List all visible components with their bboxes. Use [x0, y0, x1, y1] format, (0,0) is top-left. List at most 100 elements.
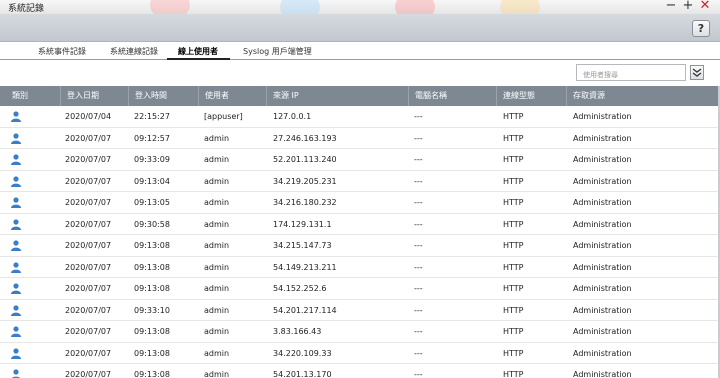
- user-icon: [11, 369, 21, 378]
- user-cell: admin: [204, 284, 230, 293]
- column-header-computer-name[interactable]: 電腦名稱: [408, 86, 496, 106]
- connection-type-cell: HTTP: [503, 262, 524, 272]
- table-row[interactable]: 2020/07/07 09:13:08 admin 54.149.213.211 ---…: [0, 257, 720, 278]
- maximize-icon[interactable]: +: [681, 0, 695, 14]
- computer-name-cell: ---: [414, 262, 423, 272]
- minimize-icon[interactable]: −: [664, 0, 678, 14]
- connection-type-cell: HTTP: [503, 112, 524, 121]
- table-row[interactable]: 2020/07/07 09:33:10 admin 54.201.217.114 ---…: [0, 300, 720, 321]
- tab-syslog-client[interactable]: Syslog 用戶端管理: [243, 46, 312, 57]
- user-cell: [appuser]: [204, 112, 243, 121]
- user-search-input[interactable]: [576, 64, 686, 81]
- login-date-cell: 2020/07/07: [65, 155, 112, 164]
- column-header-user[interactable]: 使用者: [198, 86, 266, 106]
- accessed-resource-cell: Administration: [573, 198, 632, 207]
- login-time-cell: 09:13:08: [134, 370, 170, 378]
- login-time-cell: 09:13:05: [134, 198, 170, 207]
- login-time-cell: 09:13:04: [134, 176, 170, 186]
- computer-name-cell: ---: [414, 305, 423, 315]
- tab-online-users[interactable]: 線上使用者: [178, 46, 218, 57]
- login-time-cell: 09:30:58: [134, 219, 170, 229]
- login-time-cell: 09:12:57: [134, 133, 170, 143]
- tab-bar: 系統事件記錄 系統連線記錄 線上使用者 Syslog 用戶端管理: [0, 42, 720, 60]
- computer-name-cell: ---: [414, 370, 423, 378]
- source-ip-cell: 34.215.147.73: [273, 241, 332, 250]
- login-date-cell: 2020/07/07: [65, 262, 112, 272]
- column-header-category[interactable]: 類別: [0, 86, 60, 106]
- login-date-cell: 2020/07/07: [65, 219, 112, 229]
- user-cell: admin: [204, 348, 230, 358]
- user-cell: admin: [204, 133, 230, 143]
- source-ip-cell: 34.220.109.33: [273, 348, 332, 358]
- login-time-cell: 09:13:08: [134, 327, 170, 336]
- user-icon: [11, 283, 21, 294]
- user-icon: [11, 347, 21, 359]
- source-ip-cell: 54.149.213.211: [273, 262, 337, 272]
- login-date-cell: 2020/07/07: [65, 348, 112, 358]
- connection-type-cell: HTTP: [503, 348, 524, 358]
- table-header: 類別 登入日期 登入時間 使用者 來源 IP 電腦名稱 連線型態 存取資源: [0, 86, 720, 106]
- accessed-resource-cell: Administration: [573, 262, 632, 272]
- table-row[interactable]: 2020/07/07 09:13:08 admin 34.220.109.33 --- H…: [0, 343, 720, 364]
- table-row[interactable]: 2020/07/07 09:12:57 admin 27.246.163.193 ---…: [0, 128, 720, 149]
- table-row[interactable]: 2020/07/07 09:13:04 admin 34.219.205.231 ---…: [0, 171, 720, 192]
- user-icon: [11, 218, 21, 230]
- column-header-connection-type[interactable]: 連線型態: [496, 86, 566, 106]
- tab-system-event-log[interactable]: 系統事件記錄: [38, 46, 86, 57]
- table-row[interactable]: 2020/07/07 09:13:08 admin 54.201.13.170 --- H…: [0, 364, 720, 378]
- column-header-login-time[interactable]: 登入時間: [128, 86, 198, 106]
- table-row[interactable]: 2020/07/07 09:13:08 admin 34.215.147.73 --- H…: [0, 235, 720, 257]
- source-ip-cell: 34.216.180.232: [273, 198, 337, 207]
- user-icon: [11, 132, 21, 144]
- user-cell: admin: [204, 370, 230, 378]
- computer-name-cell: ---: [414, 284, 423, 293]
- user-icon: [11, 197, 21, 208]
- source-ip-cell: 54.201.13.170: [273, 370, 332, 378]
- login-time-cell: 09:33:09: [134, 155, 170, 164]
- computer-name-cell: ---: [414, 133, 423, 143]
- user-icon: [11, 111, 21, 122]
- computer-name-cell: ---: [414, 348, 423, 358]
- table-row[interactable]: 2020/07/07 09:30:58 admin 174.129.131.1 --- H…: [0, 214, 720, 235]
- user-icon: [11, 154, 21, 165]
- help-button[interactable]: ?: [692, 20, 710, 37]
- source-ip-cell: 174.129.131.1: [273, 219, 332, 229]
- computer-name-cell: ---: [414, 241, 423, 250]
- table-body: 2020/07/04 22:15:27 [appuser] 127.0.0.1 --- H…: [0, 106, 720, 378]
- table-row[interactable]: 2020/07/07 09:13:05 admin 34.216.180.232 ---…: [0, 192, 720, 214]
- user-icon: [11, 240, 21, 251]
- table-row[interactable]: 2020/07/04 22:15:27 [appuser] 127.0.0.1 --- H…: [0, 106, 720, 128]
- active-tab-indicator: [167, 58, 230, 60]
- login-date-cell: 2020/07/07: [65, 241, 112, 250]
- double-chevron-down-icon[interactable]: [690, 65, 704, 80]
- login-time-cell: 09:33:10: [134, 305, 170, 315]
- accessed-resource-cell: Administration: [573, 284, 632, 293]
- login-date-cell: 2020/07/07: [65, 370, 112, 378]
- user-cell: admin: [204, 198, 230, 207]
- column-header-login-date[interactable]: 登入日期: [60, 86, 128, 106]
- table-row[interactable]: 2020/07/07 09:13:08 admin 54.152.252.6 --- HT…: [0, 278, 720, 300]
- close-icon[interactable]: ✕: [698, 0, 712, 14]
- connection-type-cell: HTTP: [503, 176, 524, 186]
- connection-type-cell: HTTP: [503, 155, 524, 164]
- window-titlebar: 系統記錄 − + ✕: [0, 0, 720, 22]
- login-time-cell: 09:13:08: [134, 348, 170, 358]
- source-ip-cell: 52.201.113.240: [273, 155, 337, 164]
- tab-system-connection-log[interactable]: 系統連線記錄: [110, 46, 158, 57]
- source-ip-cell: 3.83.166.43: [273, 327, 322, 336]
- computer-name-cell: ---: [414, 327, 423, 336]
- connection-type-cell: HTTP: [503, 241, 524, 250]
- column-header-accessed-resource[interactable]: 存取資源: [566, 86, 720, 106]
- column-header-source-ip[interactable]: 來源 IP: [266, 86, 408, 106]
- table-row[interactable]: 2020/07/07 09:13:08 admin 3.83.166.43 --- HTT…: [0, 321, 720, 343]
- source-ip-cell: 127.0.0.1: [273, 112, 312, 121]
- accessed-resource-cell: Administration: [573, 112, 632, 121]
- user-cell: admin: [204, 176, 230, 186]
- login-date-cell: 2020/07/07: [65, 305, 112, 315]
- accessed-resource-cell: Administration: [573, 176, 632, 186]
- accessed-resource-cell: Administration: [573, 348, 632, 358]
- source-ip-cell: 54.201.217.114: [273, 305, 337, 315]
- connection-type-cell: HTTP: [503, 327, 524, 336]
- computer-name-cell: ---: [414, 155, 423, 164]
- table-row[interactable]: 2020/07/07 09:33:09 admin 52.201.113.240 ---…: [0, 149, 720, 171]
